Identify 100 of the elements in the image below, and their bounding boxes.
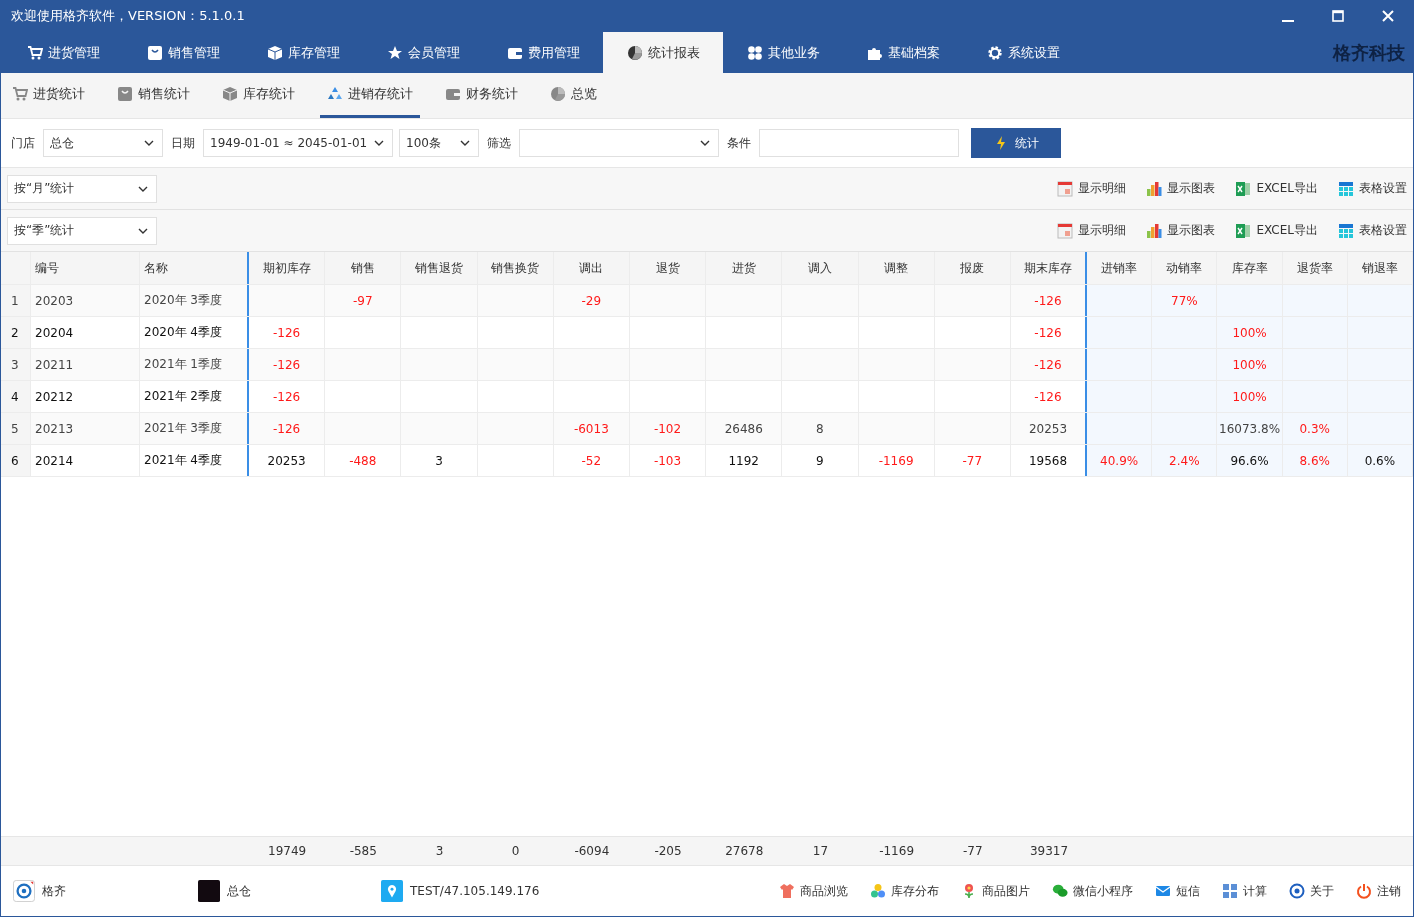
toolbar-button[interactable]: 表格设置 <box>1338 180 1407 197</box>
wallet-icon <box>445 86 461 102</box>
table-cell: 26486 <box>706 413 783 444</box>
pie-chart-icon <box>626 44 643 61</box>
dots-icon <box>870 883 886 899</box>
menu-tab[interactable]: 进货管理 <box>3 32 123 73</box>
table-cell: -126 <box>249 349 326 380</box>
sub-tab[interactable]: 总览 <box>543 73 604 118</box>
status-link[interactable]: 关于 <box>1289 882 1334 900</box>
status-link[interactable]: 注销 <box>1356 882 1401 900</box>
total-cell-text: 19749 <box>267 843 308 860</box>
toolbar-button[interactable]: EXCEL导出 <box>1235 180 1318 197</box>
table-cell: 100% <box>1217 317 1283 348</box>
menu-tab[interactable]: 其他业务 <box>723 32 843 73</box>
bag-icon <box>146 44 163 61</box>
column-header[interactable]: 销售换货 <box>477 252 554 284</box>
column-header[interactable]: 动销率 <box>1152 252 1218 284</box>
app-logo-icon <box>13 880 35 902</box>
date-range-dropdown[interactable]: 1949-01-01 ≈ 2045-01-01 <box>203 129 393 157</box>
table-cell: 8 <box>782 413 859 444</box>
menu-tab[interactable]: 销售管理 <box>123 32 243 73</box>
minimize-icon <box>1282 20 1294 22</box>
location-pin-icon <box>381 880 403 902</box>
condition-field[interactable] <box>759 129 959 157</box>
row-number: 1 <box>1 285 31 316</box>
limit-dropdown[interactable]: 100条 <box>399 129 479 157</box>
status-link[interactable]: 微信小程序 <box>1052 882 1133 900</box>
power-icon <box>1356 883 1372 899</box>
total-cell-text: -1169 <box>878 843 916 860</box>
menu-tab[interactable]: 费用管理 <box>483 32 603 73</box>
table-cell: 20214 <box>31 445 140 476</box>
sub-tab[interactable]: 进货统计 <box>5 73 92 118</box>
column-header[interactable]: 进货 <box>706 252 783 284</box>
table-cell: 2.4% <box>1152 445 1218 476</box>
table-cell: -126 <box>249 381 326 412</box>
toolbar-button[interactable]: 显示图表 <box>1146 222 1216 239</box>
star-icon <box>386 44 403 61</box>
sheet-icon <box>1057 180 1074 197</box>
shirt-icon <box>779 883 795 899</box>
status-link[interactable]: 商品图片 <box>961 882 1030 900</box>
menu-tab[interactable]: 系统设置 <box>963 32 1083 73</box>
sub-tab[interactable]: 财务统计 <box>438 73 525 118</box>
cart-icon <box>26 44 43 61</box>
table-cell: 0.3% <box>1282 413 1348 444</box>
group-by-dropdown[interactable]: 按“季”统计 <box>7 216 157 245</box>
brand-logo: 格齐科技 <box>1333 40 1406 65</box>
cart-icon <box>12 86 28 102</box>
column-header[interactable]: 退货 <box>629 252 707 284</box>
column-header[interactable]: 期初库存 <box>249 252 326 284</box>
column-header[interactable]: 进销率 <box>1087 252 1153 284</box>
submit-button[interactable]: 统计 <box>971 128 1061 158</box>
row-number: 5 <box>1 413 31 444</box>
total-cell-text: 39317 <box>1028 843 1070 860</box>
spreadsheet-icon <box>1235 180 1252 197</box>
table-cell: 20211 <box>31 349 140 380</box>
menu-tab[interactable]: 统计报表 <box>603 32 723 73</box>
column-header[interactable]: 调整 <box>858 252 935 284</box>
menu-tab[interactable]: 库存管理 <box>243 32 363 73</box>
table-cell: 3 <box>401 445 478 476</box>
caret-icon <box>460 140 470 146</box>
column-header[interactable]: 库存率 <box>1217 252 1283 284</box>
column-header[interactable]: 调出 <box>553 252 630 284</box>
sub-tab[interactable]: 销售统计 <box>110 73 197 118</box>
field-label: 筛选 <box>487 134 511 152</box>
status-link[interactable]: 库存分布 <box>870 882 939 900</box>
column-header[interactable]: 销售退货 <box>401 252 478 284</box>
server-address: TEST/47.105.149.176 <box>410 884 540 898</box>
sub-tab[interactable]: 库存统计 <box>215 73 302 118</box>
menu-tab[interactable]: 会员管理 <box>363 32 483 73</box>
field-label: 条件 <box>727 134 751 152</box>
column-header[interactable]: 报废 <box>934 252 1011 284</box>
total-cell-text: 27678 <box>724 843 765 860</box>
filter-dropdown[interactable] <box>519 129 719 157</box>
column-header[interactable]: 销退率 <box>1347 252 1413 284</box>
table-cell: 1192 <box>706 445 783 476</box>
total-cell-text: 0 <box>510 843 521 860</box>
box-icon <box>266 44 283 61</box>
total-cell-text: 17 <box>811 843 830 860</box>
table-cell: -52 <box>553 445 630 476</box>
chat-icon <box>1052 883 1068 899</box>
column-header[interactable]: 调入 <box>782 252 859 284</box>
column-header[interactable]: 编号 <box>31 252 140 284</box>
sub-tab[interactable]: 进销存统计 <box>320 73 420 118</box>
toolbar-button[interactable]: 显示明细 <box>1057 180 1127 197</box>
window-title: 欢迎使用格齐软件，VERSION：5.1.0.1 <box>11 7 245 25</box>
group-by-dropdown[interactable]: 按“月”统计 <box>7 174 157 203</box>
table-cell: -77 <box>934 445 1011 476</box>
store-dropdown[interactable]: 总仓 <box>43 129 163 157</box>
status-link[interactable]: 短信 <box>1155 882 1200 900</box>
toolbar-button[interactable]: EXCEL导出 <box>1235 222 1318 239</box>
table-cell: -103 <box>629 445 707 476</box>
status-link[interactable]: 计算 <box>1222 882 1267 900</box>
column-header[interactable]: 退货率 <box>1282 252 1348 284</box>
column-header[interactable]: 销售 <box>325 252 402 284</box>
menu-tab[interactable]: 基础档案 <box>843 32 963 73</box>
toolbar-button[interactable]: 显示图表 <box>1146 180 1216 197</box>
toolbar-button[interactable]: 表格设置 <box>1338 222 1407 239</box>
toolbar-button[interactable]: 显示明细 <box>1057 222 1127 239</box>
table-cell: -488 <box>325 445 402 476</box>
status-link[interactable]: 商品浏览 <box>779 882 848 900</box>
